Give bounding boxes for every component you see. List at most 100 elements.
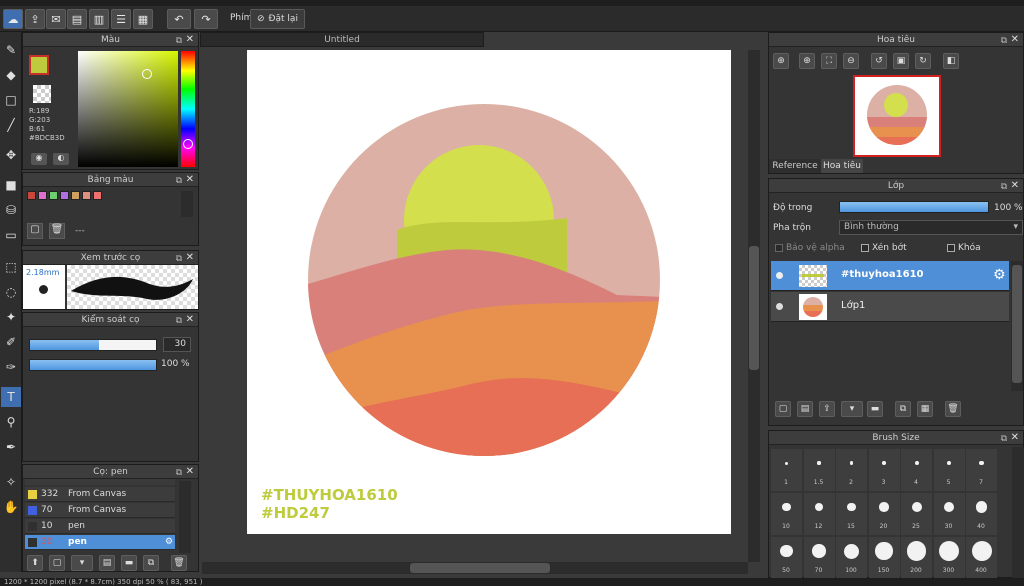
lock-checkbox[interactable]: Khóa	[947, 243, 981, 253]
brush-size-cell[interactable]: 200	[901, 537, 932, 579]
popout-icon[interactable]: ⧉	[176, 34, 182, 48]
vertical-scrollbar[interactable]	[748, 50, 760, 562]
brush-size-slider[interactable]	[29, 339, 157, 351]
document-tab[interactable]: Untitled	[200, 32, 484, 47]
brush-size-cell[interactable]: 7	[966, 449, 997, 491]
hand-tool-icon[interactable]: ✋	[1, 497, 21, 517]
select-rect-tool-icon[interactable]: ⬚	[1, 257, 21, 277]
comment-icon[interactable]: ▤	[67, 9, 87, 29]
popout-icon[interactable]: ⧉	[176, 466, 182, 480]
lasso-tool-icon[interactable]: ◌	[1, 282, 21, 302]
duplicate-layer-icon[interactable]: ⧉	[895, 401, 911, 417]
close-icon[interactable]: ✕	[186, 313, 194, 327]
brush-row[interactable]: 70 From Canvas	[25, 503, 175, 518]
rotate-right-icon[interactable]: ↻	[915, 53, 931, 69]
brush-size-cell[interactable]: 4	[901, 449, 932, 491]
select-eraser-tool-icon[interactable]: ✑	[1, 357, 21, 377]
eye-icon[interactable]	[776, 272, 783, 279]
import-layer-icon[interactable]: ⇪	[819, 401, 835, 417]
close-icon[interactable]: ✕	[186, 173, 194, 187]
clip-box[interactable]	[861, 243, 869, 252]
fill-rect-tool-icon[interactable]: ■	[1, 175, 21, 195]
new-palette-icon[interactable]: ▢	[27, 223, 43, 239]
palette-swatch[interactable]	[38, 191, 47, 200]
flip-icon[interactable]: ◧	[943, 53, 959, 69]
fit-screen-icon[interactable]: ⛶	[821, 53, 837, 69]
brush-size-cell[interactable]: 10	[771, 493, 802, 535]
popout-icon[interactable]: ⧉	[176, 314, 182, 328]
clip-checkbox[interactable]: Xén bớt	[861, 243, 907, 253]
close-icon[interactable]: ✕	[186, 465, 194, 479]
close-icon[interactable]: ✕	[186, 251, 194, 265]
eraser-tool-icon[interactable]: ◆	[1, 65, 21, 85]
brush-row[interactable]: 10 pen	[25, 519, 175, 534]
popout-icon[interactable]: ⧉	[176, 174, 182, 188]
palette-swatch[interactable]	[93, 191, 102, 200]
protect-alpha-box[interactable]	[775, 243, 783, 252]
hue-slider[interactable]	[181, 51, 195, 167]
layer-opacity-slider[interactable]	[839, 201, 989, 213]
export-icon[interactable]: ⇪	[25, 9, 45, 29]
fit-icon[interactable]: ▣	[893, 53, 909, 69]
brush-size-cell[interactable]: 2	[836, 449, 867, 491]
brush-size-cell[interactable]: 300	[933, 537, 965, 579]
color-mix-icon[interactable]: ◐	[53, 153, 69, 165]
select-pen-tool-icon[interactable]: ✐	[1, 332, 21, 352]
brush-size-cell[interactable]: 1	[771, 449, 802, 491]
close-icon[interactable]: ✕	[186, 33, 194, 47]
popout-icon[interactable]: ⧉	[1001, 34, 1007, 48]
layer-options-icon[interactable]: ▾	[841, 401, 863, 417]
brush-size-cell[interactable]: 150	[868, 537, 900, 579]
brush-size-cell[interactable]: 1.5	[803, 449, 835, 491]
horizontal-scrollbar[interactable]	[202, 562, 748, 574]
reset-button[interactable]: ⊘ Đặt lại	[250, 9, 305, 29]
brush-size-cell[interactable]: 25	[901, 493, 932, 535]
protect-alpha-checkbox[interactable]: Bảo vệ alpha	[775, 243, 845, 253]
brush-size-cell[interactable]: 20	[868, 493, 900, 535]
popout-icon[interactable]: ⧉	[176, 252, 182, 266]
vertical-scroll-thumb[interactable]	[749, 246, 759, 370]
layer-row[interactable]: #thuyhoa1610 ⚙	[771, 261, 1009, 291]
brush-size-cell[interactable]: 5	[933, 449, 965, 491]
close-icon[interactable]: ✕	[1011, 33, 1019, 47]
new-raster-layer-icon[interactable]: ▤	[797, 401, 813, 417]
add-brush-icon[interactable]: ⬆	[27, 555, 43, 571]
zoom-out-icon[interactable]: ⊖	[843, 53, 859, 69]
layer-scrollbar[interactable]	[1011, 261, 1023, 391]
shape-tool-icon[interactable]: □	[1, 90, 21, 110]
brush-size-cell[interactable]: 100	[836, 537, 867, 579]
copy-icon[interactable]: ⧉	[143, 555, 159, 571]
brush-size-cell[interactable]: 30	[933, 493, 965, 535]
zoom-tool-icon[interactable]: ⚲	[1, 412, 21, 432]
brush-size-cell[interactable]: 50	[771, 537, 802, 579]
redo-button[interactable]: ↷	[194, 9, 218, 29]
magic-wand-tool-icon[interactable]: ✦	[1, 307, 21, 327]
undo-button[interactable]: ↶	[167, 9, 191, 29]
sv-cursor[interactable]	[142, 69, 152, 79]
horizontal-scroll-thumb[interactable]	[410, 563, 550, 573]
cloud-icon[interactable]: ☁	[3, 9, 23, 29]
folder-icon[interactable]: ▬	[121, 555, 137, 571]
chat-icon[interactable]: ✉	[46, 9, 66, 29]
folder-icon[interactable]: ▬	[867, 401, 883, 417]
gear-icon[interactable]: ⚙	[993, 267, 1006, 283]
palette-scrollbar[interactable]	[181, 191, 193, 217]
palette-swatch[interactable]	[49, 191, 58, 200]
text-tool-icon[interactable]: T	[1, 387, 21, 407]
trash-icon[interactable]: 🗑	[945, 401, 961, 417]
brush-doc-icon[interactable]: ▤	[99, 555, 115, 571]
brush-tool-icon[interactable]: ✎	[1, 40, 21, 60]
rotate-left-icon[interactable]: ↺	[871, 53, 887, 69]
grid-icon[interactable]: ▦	[133, 9, 153, 29]
brush-options-icon[interactable]: ▾	[71, 555, 93, 571]
zoom-plus-icon[interactable]: ⊕	[799, 53, 815, 69]
brush-opacity-slider[interactable]	[29, 359, 157, 371]
eyedropper-tool-icon[interactable]: ✒	[1, 437, 21, 457]
palette-swatch[interactable]	[60, 191, 69, 200]
primary-color-swatch[interactable]	[29, 55, 49, 75]
drawing-canvas[interactable]: #THUYHOA1610 #HD247	[247, 50, 731, 534]
list-icon[interactable]: ☰	[111, 9, 131, 29]
move-tool-icon[interactable]: ✥	[1, 145, 21, 165]
dropper-tool-icon[interactable]: ✧	[1, 472, 21, 492]
brush-row[interactable]: 30 pen ⚙	[25, 535, 175, 550]
